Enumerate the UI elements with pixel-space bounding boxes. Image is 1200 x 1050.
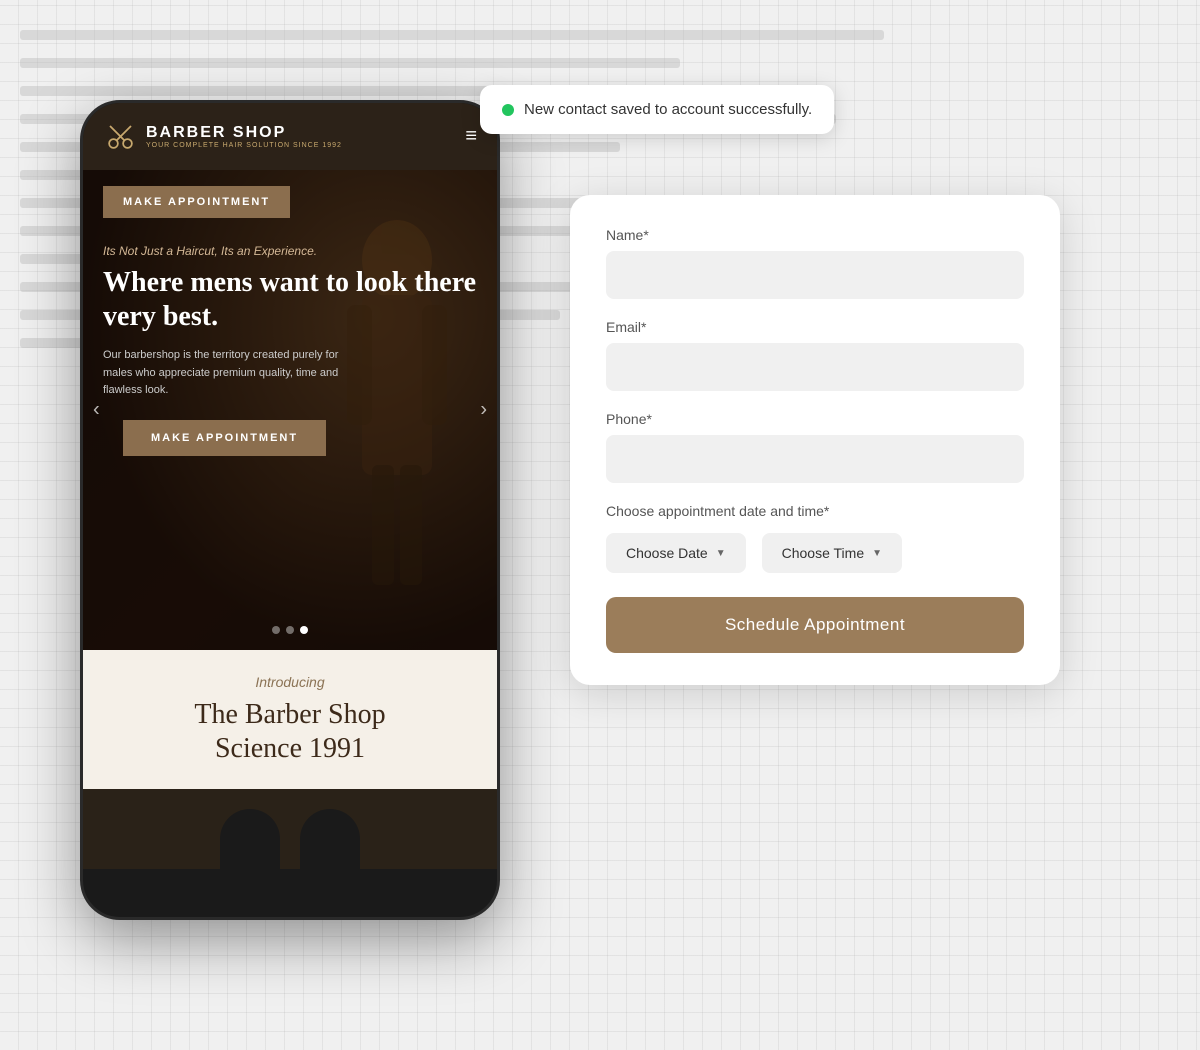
hero-title: Where mens want to look there very best. [103, 266, 477, 333]
name-label: Name* [606, 227, 1024, 243]
carousel-dots [272, 626, 308, 634]
logo-title: BARBER SHOP [146, 124, 342, 142]
boot-left [220, 809, 280, 869]
carousel-dot-2[interactable] [286, 626, 294, 634]
email-label: Email* [606, 319, 1024, 335]
datetime-group: Choose appointment date and time* Choose… [606, 503, 1024, 573]
introducing-label: Introducing [103, 674, 477, 690]
time-chevron-icon: ▼ [872, 548, 882, 559]
schedule-appointment-button[interactable]: Schedule Appointment [606, 597, 1024, 653]
phone-hero: MAKE APPOINTMENT Its Not Just a Haircut,… [83, 170, 497, 650]
carousel-left-arrow[interactable]: ‹ [93, 399, 100, 422]
make-appointment-bottom-button[interactable]: MAKE APPOINTMENT [123, 420, 326, 456]
scissors-icon [103, 119, 138, 154]
name-input[interactable] [606, 251, 1024, 299]
shop-title: The Barber Shop Science 1991 [103, 698, 477, 765]
datetime-label: Choose appointment date and time* [606, 503, 1024, 519]
notification-toast: New contact saved to account successfull… [480, 85, 834, 134]
logo-subtitle: YOUR COMPLETE HAIR SOLUTION SINCE 1992 [146, 142, 342, 149]
logo-text: BARBER SHOP YOUR COMPLETE HAIR SOLUTION … [146, 124, 342, 149]
hamburger-icon[interactable]: ≡ [465, 125, 477, 148]
phone-input[interactable] [606, 435, 1024, 483]
carousel-dot-3[interactable] [300, 626, 308, 634]
phone-inner: BARBER SHOP YOUR COMPLETE HAIR SOLUTION … [83, 103, 497, 917]
phone-logo: BARBER SHOP YOUR COMPLETE HAIR SOLUTION … [103, 119, 342, 154]
hero-tagline: Its Not Just a Haircut, Its an Experienc… [103, 244, 477, 258]
phone-field-group: Phone* [606, 411, 1024, 483]
hero-content: Its Not Just a Haircut, Its an Experienc… [83, 234, 497, 456]
carousel-dot-1[interactable] [272, 626, 280, 634]
carousel-right-arrow[interactable]: › [480, 399, 487, 422]
choose-date-button[interactable]: Choose Date ▼ [606, 533, 746, 573]
phone-mockup: BARBER SHOP YOUR COMPLETE HAIR SOLUTION … [80, 100, 500, 920]
date-chevron-icon: ▼ [716, 548, 726, 559]
appointment-form-card: Name* Email* Phone* Choose appointment d… [570, 195, 1060, 685]
make-appointment-top-button[interactable]: MAKE APPOINTMENT [103, 186, 290, 218]
boots-area [83, 789, 497, 869]
phone-label: Phone* [606, 411, 1024, 427]
name-field-group: Name* [606, 227, 1024, 299]
main-container: BARBER SHOP YOUR COMPLETE HAIR SOLUTION … [80, 100, 500, 920]
success-indicator [502, 104, 514, 116]
hero-description: Our barbershop is the territory created … [103, 347, 363, 400]
email-field-group: Email* [606, 319, 1024, 391]
choose-time-button[interactable]: Choose Time ▼ [762, 533, 902, 573]
date-time-row: Choose Date ▼ Choose Time ▼ [606, 533, 1024, 573]
email-input[interactable] [606, 343, 1024, 391]
phone-header: BARBER SHOP YOUR COMPLETE HAIR SOLUTION … [83, 103, 497, 170]
phone-bottom-section: Introducing The Barber Shop Science 1991 [83, 650, 497, 789]
boot-right [300, 809, 360, 869]
toast-message: New contact saved to account successfull… [524, 101, 812, 118]
